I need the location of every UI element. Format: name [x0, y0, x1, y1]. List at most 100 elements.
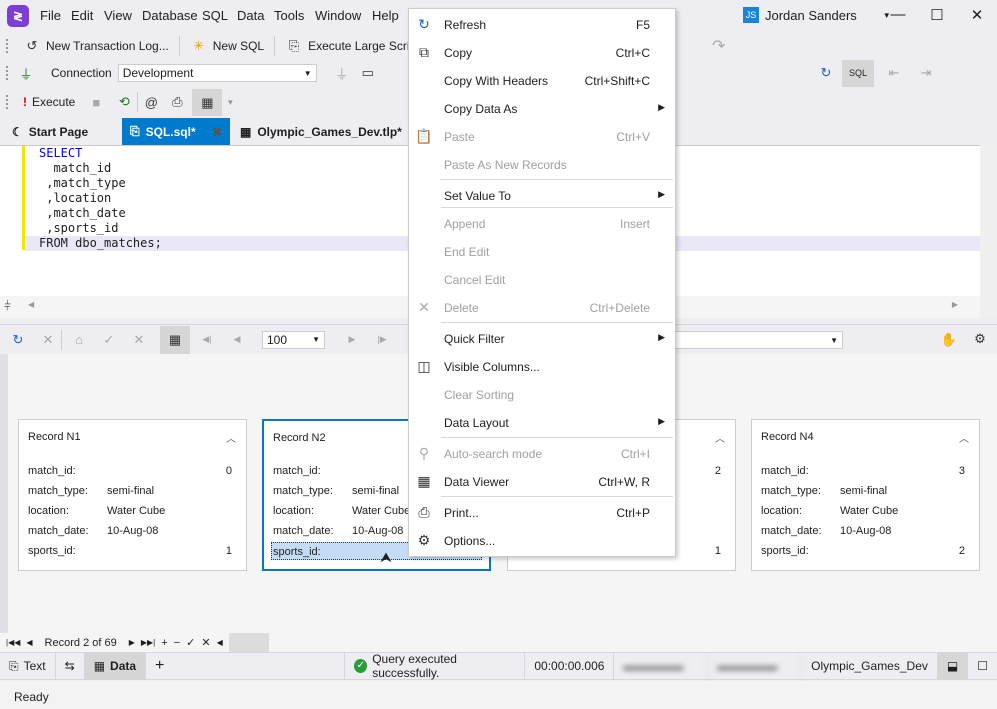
- context-menu-item-data-viewer[interactable]: ▦ Data Viewer Ctrl+W, R: [409, 469, 675, 495]
- page-size-select[interactable]: 100 ▼: [262, 330, 325, 349]
- terminal-icon[interactable]: ▭: [359, 65, 377, 81]
- collapse-icon[interactable]: ︿: [226, 430, 236, 445]
- context-menu-item-options[interactable]: ⚙ Options...: [409, 528, 675, 554]
- history-icon[interactable]: ⟲: [115, 94, 133, 110]
- context-menu-item-visible-columns[interactable]: ◫ Visible Columns...: [409, 354, 675, 380]
- context-menu-item-quick-filter[interactable]: Quick Filter ▶: [409, 326, 675, 352]
- menu-database[interactable]: Database: [142, 8, 198, 23]
- field-row[interactable]: match_type: semi-final: [28, 482, 236, 500]
- field-row[interactable]: match_date: 10-Aug-08: [28, 522, 236, 540]
- horizontal-scroll-thumb[interactable]: [228, 633, 269, 652]
- field-row[interactable]: match_id: 0: [28, 462, 236, 480]
- scroll-left-icon[interactable]: ◀: [217, 638, 223, 647]
- next-page-icon[interactable]: ▶: [343, 334, 361, 345]
- record-card[interactable]: Record N4 ︿ match_id: 3 match_type: semi-fi…: [751, 419, 980, 571]
- parameters-icon[interactable]: @: [142, 95, 160, 110]
- connection-select[interactable]: Development ▼: [117, 64, 317, 82]
- minimize-button[interactable]: —: [888, 6, 908, 23]
- field-row[interactable]: match_type: semi-final: [761, 482, 969, 500]
- user-menu[interactable]: JS Jordan Sanders ▼: [743, 7, 891, 23]
- card-view-icon[interactable]: ▦: [160, 325, 190, 354]
- last-record-icon[interactable]: ▶▶|: [141, 638, 155, 647]
- close-button[interactable]: ✕: [967, 6, 987, 24]
- tab-data[interactable]: ▦ Data: [84, 652, 147, 680]
- collapse-icon[interactable]: ︿: [959, 430, 969, 445]
- new-sql-button[interactable]: ✳ New SQL: [184, 34, 270, 58]
- menu-data[interactable]: Data: [237, 8, 264, 23]
- results-grid-icon[interactable]: ▦: [192, 88, 223, 116]
- layout-full-icon[interactable]: ☐: [968, 653, 997, 680]
- last-page-icon[interactable]: |▶: [373, 334, 391, 345]
- menu-help[interactable]: Help: [372, 8, 399, 23]
- tab-start-page[interactable]: ☾ Start Page: [4, 118, 122, 145]
- toolbar-grip[interactable]: [6, 39, 9, 53]
- refresh-icon[interactable]: ↻: [9, 332, 27, 348]
- context-menu-item-copy-with-headers[interactable]: Copy With Headers Ctrl+Shift+C: [409, 68, 675, 94]
- menu-window[interactable]: Window: [315, 8, 361, 23]
- indent-icon[interactable]: ⇥: [917, 65, 935, 81]
- remove-record-icon[interactable]: −: [174, 637, 180, 649]
- editor-vertical-scrollbar[interactable]: [980, 145, 997, 318]
- mouse-cursor-icon: ⮝: [380, 549, 392, 565]
- filter-select[interactable]: ▼: [672, 331, 843, 349]
- disconnect-icon[interactable]: ⏚: [333, 64, 351, 83]
- menu-file[interactable]: File: [40, 8, 61, 23]
- menu-item-shortcut: F5: [635, 18, 650, 32]
- insert-record-icon[interactable]: ⌂: [70, 332, 88, 347]
- discard-icon[interactable]: ✕: [130, 332, 148, 348]
- split-icon[interactable]: ⫩: [4, 299, 11, 314]
- menu-item-label: Append: [444, 217, 486, 231]
- collapse-icon[interactable]: ︿: [715, 430, 725, 445]
- refresh-icon[interactable]: ↻: [817, 65, 835, 81]
- gear-icon[interactable]: ⚙: [971, 331, 989, 347]
- tab-text[interactable]: ⎘ Text: [0, 652, 56, 680]
- prev-page-icon[interactable]: ◀: [228, 334, 246, 345]
- new-transaction-log-button[interactable]: ↺ New Transaction Log...: [17, 34, 175, 58]
- record-card[interactable]: Record N1 ︿ match_id: 0 match_type: semi-fi…: [18, 419, 247, 571]
- tab-sql[interactable]: ⎘ SQL.sql* ✖: [122, 118, 230, 145]
- field-row[interactable]: match_id: 3: [761, 462, 969, 480]
- menu-tools[interactable]: Tools: [274, 8, 304, 23]
- validate-sql-icon[interactable]: SQL: [842, 59, 874, 87]
- chevron-down-icon[interactable]: ▼: [226, 98, 234, 107]
- context-menu-item-refresh[interactable]: ↻ Refresh F5: [409, 12, 675, 38]
- next-record-icon[interactable]: ▶: [129, 638, 135, 647]
- field-row[interactable]: sports_id: 1: [28, 542, 236, 560]
- new-connection-icon[interactable]: ⏚: [17, 64, 35, 83]
- field-row[interactable]: sports_id: 2: [761, 542, 969, 560]
- redo-icon[interactable]: ↷: [712, 36, 725, 56]
- menu-edit[interactable]: Edit: [71, 8, 93, 23]
- maximize-button[interactable]: ☐: [927, 6, 947, 24]
- prev-record-icon[interactable]: ◀: [26, 638, 32, 647]
- export-icon[interactable]: ⎙: [168, 94, 186, 110]
- add-record-icon[interactable]: +: [161, 637, 167, 649]
- apply-icon[interactable]: ✓: [100, 332, 118, 348]
- tab-olympic-games-dev[interactable]: ▦ Olympic_Games_Dev.tlp*: [232, 118, 412, 145]
- first-record-icon[interactable]: |◀◀: [6, 638, 20, 647]
- menu-item-label: Set Value To: [444, 189, 511, 203]
- first-page-icon[interactable]: ◀|: [198, 334, 216, 345]
- menu-item-label: Copy With Headers: [444, 74, 549, 88]
- cancel-icon[interactable]: ✕: [39, 332, 57, 348]
- context-menu-item-copy[interactable]: ⧉ Copy Ctrl+C: [409, 40, 675, 66]
- close-tab-icon[interactable]: ✖: [212, 125, 222, 139]
- context-menu-item-print[interactable]: ⎙ Print... Ctrl+P: [409, 500, 675, 526]
- context-menu-item-copy-data-as[interactable]: Copy Data As ▶: [409, 96, 675, 122]
- menu-view[interactable]: View: [104, 8, 132, 23]
- field-row[interactable]: match_date: 10-Aug-08: [761, 522, 969, 540]
- hand-icon[interactable]: ✋: [940, 332, 958, 348]
- stop-icon[interactable]: ■: [87, 95, 105, 110]
- apply-icon[interactable]: ✓: [186, 636, 195, 649]
- swap-icon[interactable]: ⇆: [56, 652, 85, 680]
- execute-button[interactable]: ! Execute: [17, 90, 81, 114]
- gear-icon: ⚙: [417, 532, 431, 548]
- context-menu-item-set-value-to[interactable]: Set Value To ▶: [409, 183, 675, 209]
- add-tab-button[interactable]: +: [146, 652, 346, 680]
- field-row[interactable]: location: Water Cube: [28, 502, 236, 520]
- layout-split-icon[interactable]: ⬓: [937, 652, 969, 680]
- field-row[interactable]: location: Water Cube: [761, 502, 969, 520]
- context-menu-item-data-layout[interactable]: Data Layout ▶: [409, 410, 675, 436]
- menu-sql[interactable]: SQL: [202, 8, 228, 23]
- outdent-icon[interactable]: ⇤: [885, 65, 903, 81]
- cancel-icon[interactable]: ✕: [201, 636, 210, 649]
